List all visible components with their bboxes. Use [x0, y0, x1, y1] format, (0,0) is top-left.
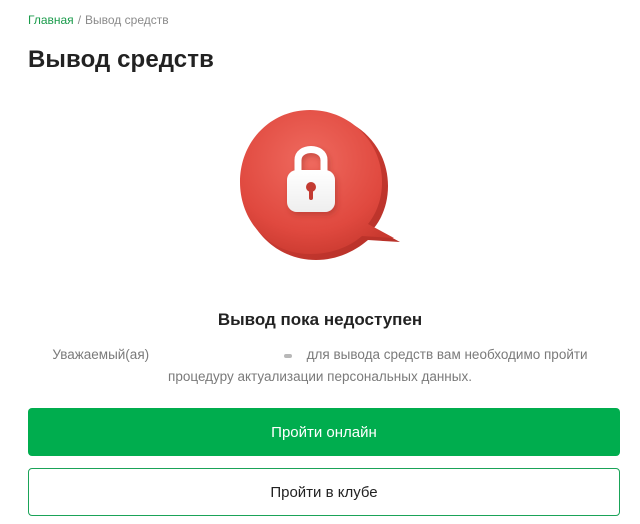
- breadcrumb-home-link[interactable]: Главная: [28, 13, 74, 27]
- go-to-club-button[interactable]: Пройти в клубе: [28, 468, 620, 516]
- breadcrumb: Главная / Вывод средств: [28, 12, 169, 28]
- status-heading: Вывод пока недоступен: [217, 310, 423, 329]
- status-message-prefix: Уважаемый(ая): [52, 347, 150, 362]
- go-online-button[interactable]: Пройти онлайн: [28, 408, 620, 456]
- breadcrumb-separator: /: [77, 13, 82, 27]
- status-message: Уважаемый(ая) для вывода средств вам нео…: [20, 344, 620, 388]
- lock-speech-bubble-icon: [236, 100, 408, 272]
- page-title: Вывод средств: [28, 46, 214, 73]
- breadcrumb-current: Вывод средств: [85, 13, 169, 27]
- withdrawal-page: Главная / Вывод средств Вывод средств Вы…: [0, 0, 640, 524]
- redacted-user-name: [154, 348, 302, 360]
